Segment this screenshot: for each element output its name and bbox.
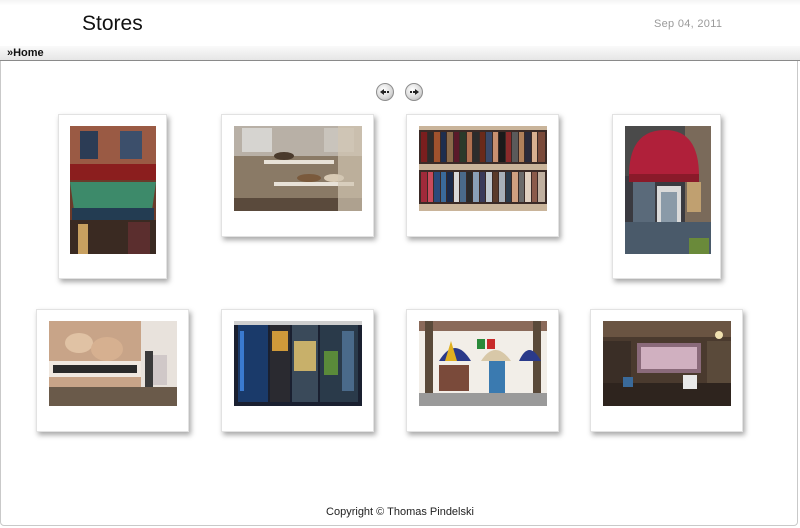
red-awning-doorway-photo [625,126,711,254]
next-page-button[interactable] [405,83,423,101]
shop-interior-photo [603,321,731,406]
storefront-awning-photo [70,126,156,254]
prev-page-button[interactable] [376,83,394,101]
header-bar: Stores Sep 04, 2011 [0,0,800,47]
striped-awnings-building-photo [419,321,547,406]
thumbnail-card-5[interactable] [36,309,189,432]
page-title: Stores [82,12,143,35]
thumbnail-card-3[interactable] [406,114,559,237]
next-arrow-icon [410,89,419,95]
thumbnail-card-4[interactable] [612,114,721,279]
thumbnail-card-6[interactable] [221,309,374,432]
shoe-display-window-photo [234,126,362,211]
thumbnail-card-2[interactable] [221,114,374,237]
breadcrumb-home-link[interactable]: »Home [7,47,44,60]
fashion-billboard-photo [49,321,177,406]
thumbnail-card-8[interactable] [590,309,743,432]
breadcrumb: »Home [0,46,800,61]
shop-window-neon-photo [234,321,362,406]
thumbnail-card-1[interactable] [58,114,167,279]
copyright-footer: Copyright © Thomas Pindelski [326,506,474,518]
page-date: Sep 04, 2011 [654,18,723,30]
prev-arrow-icon [380,89,389,95]
thumbnail-card-7[interactable] [406,309,559,432]
fabric-shelves-photo [419,126,547,211]
